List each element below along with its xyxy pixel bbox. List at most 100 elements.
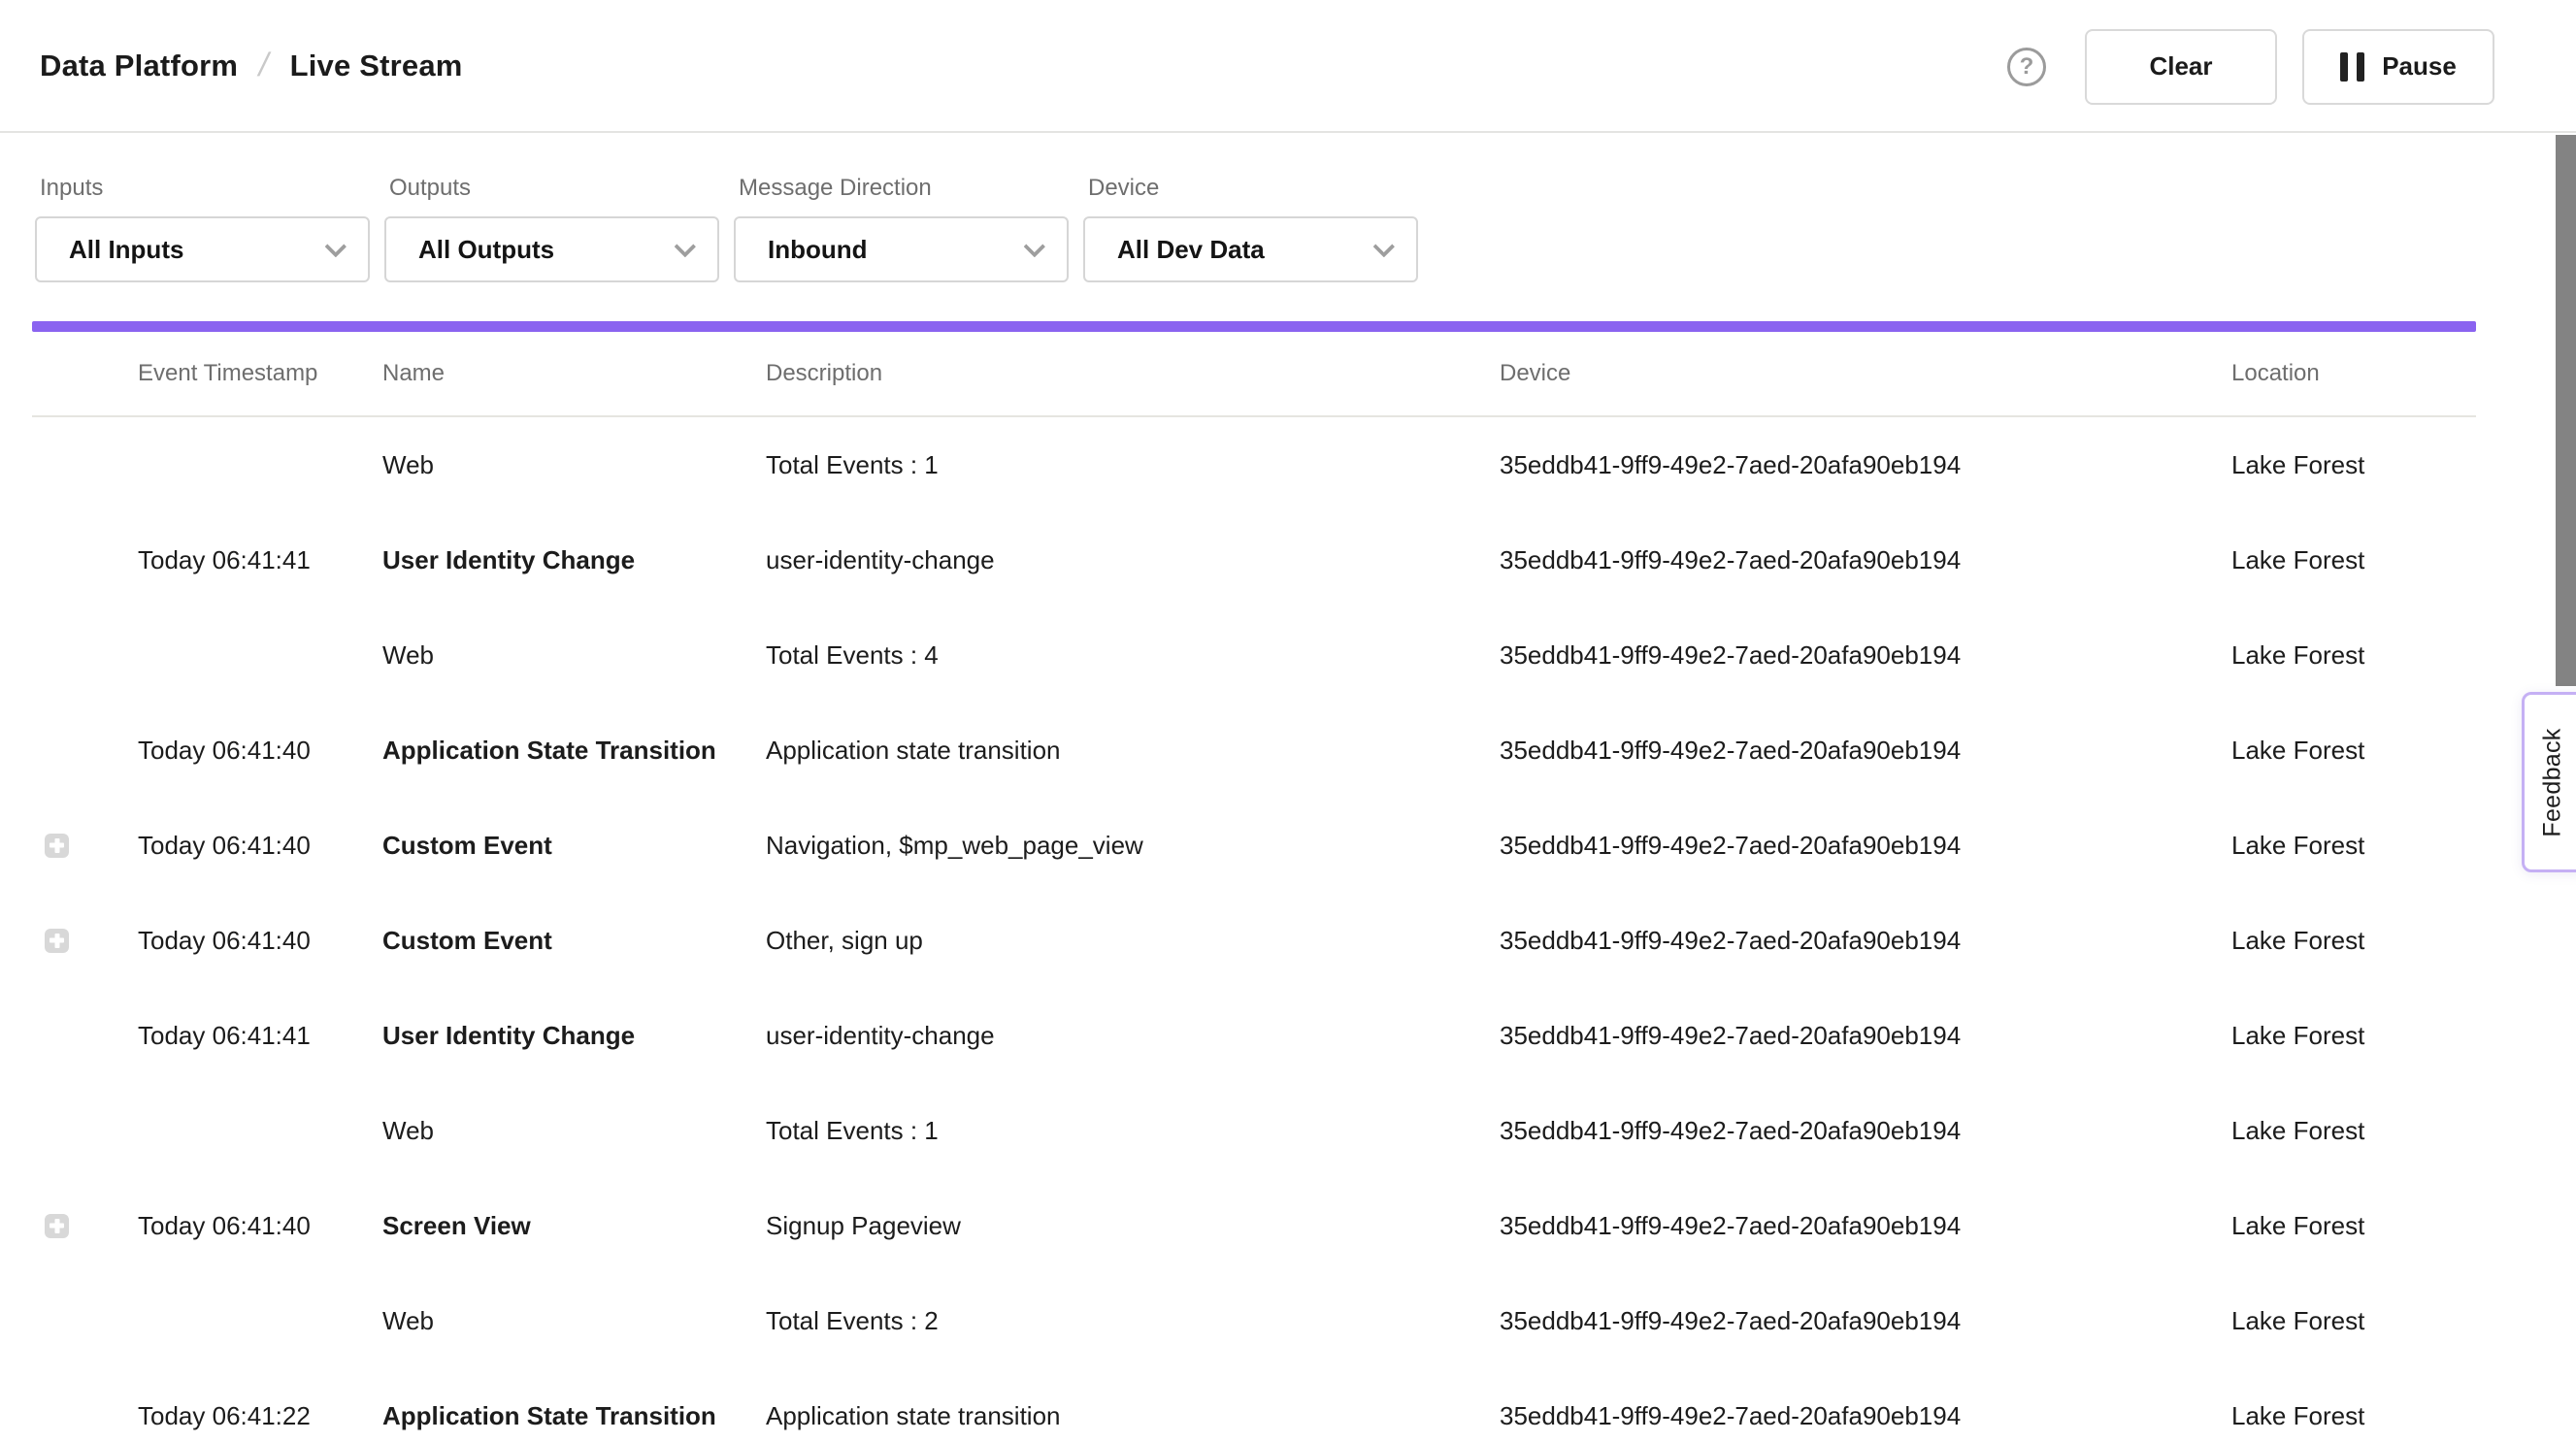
- top-bar-actions: ? Clear Pause: [2007, 0, 2494, 133]
- event-timestamp: Today 06:41:41: [138, 1021, 382, 1051]
- event-location: Lake Forest: [2231, 1401, 2476, 1431]
- event-timestamp: Today 06:41:40: [138, 1211, 382, 1241]
- column-event-timestamp: Event Timestamp: [138, 360, 382, 387]
- event-device: 35eddb41-9ff9-49e2-7aed-20afa90eb194: [1500, 1021, 2231, 1051]
- table-row[interactable]: Today 06:41:40 Custom Event Navigation, …: [32, 798, 2476, 893]
- event-name: Application State Transition: [382, 1401, 766, 1431]
- event-device: 35eddb41-9ff9-49e2-7aed-20afa90eb194: [1500, 736, 2231, 766]
- event-timestamp: Today 06:41:22: [138, 1401, 382, 1431]
- event-name: Web: [382, 1306, 766, 1336]
- pause-icon: [2340, 52, 2364, 82]
- table-row[interactable]: Web Total Events : 4 35eddb41-9ff9-49e2-…: [32, 607, 2476, 703]
- event-description: Total Events : 2: [766, 1306, 1500, 1336]
- event-name: Web: [382, 640, 766, 671]
- event-location: Lake Forest: [2231, 926, 2476, 956]
- column-name: Name: [382, 360, 766, 387]
- event-timestamp: Today 06:41:41: [138, 545, 382, 575]
- filter-inputs-label: Inputs: [40, 175, 370, 202]
- device-select[interactable]: All Dev Data: [1083, 216, 1418, 282]
- inputs-select[interactable]: All Inputs: [35, 216, 370, 282]
- event-description: Total Events : 1: [766, 1116, 1500, 1146]
- event-description: Application state transition: [766, 736, 1500, 766]
- table-row[interactable]: Today 06:41:41 User Identity Change user…: [32, 988, 2476, 1083]
- chevron-down-icon: [325, 236, 347, 258]
- event-device: 35eddb41-9ff9-49e2-7aed-20afa90eb194: [1500, 545, 2231, 575]
- inputs-select-value: All Inputs: [69, 235, 183, 265]
- message-direction-select[interactable]: Inbound: [734, 216, 1069, 282]
- filter-inputs: Inputs All Inputs: [35, 175, 370, 282]
- device-select-value: All Dev Data: [1117, 235, 1265, 265]
- table-row[interactable]: Web Total Events : 2 35eddb41-9ff9-49e2-…: [32, 1273, 2476, 1368]
- event-name: User Identity Change: [382, 1021, 766, 1051]
- table-row[interactable]: Web Total Events : 1 35eddb41-9ff9-49e2-…: [32, 1083, 2476, 1178]
- plus-icon: [45, 834, 69, 858]
- plus-icon: [45, 1214, 69, 1238]
- event-name: Custom Event: [382, 831, 766, 861]
- event-location: Lake Forest: [2231, 1211, 2476, 1241]
- filter-message-direction-label: Message Direction: [739, 175, 1069, 202]
- breadcrumb-section[interactable]: Data Platform: [40, 49, 238, 83]
- expand-button[interactable]: [45, 834, 69, 858]
- clear-button-label: Clear: [2149, 51, 2212, 82]
- event-name: User Identity Change: [382, 545, 766, 575]
- event-device: 35eddb41-9ff9-49e2-7aed-20afa90eb194: [1500, 926, 2231, 956]
- pause-button-label: Pause: [2382, 51, 2457, 82]
- chevron-down-icon: [1373, 236, 1396, 258]
- scrollbar-thumb[interactable]: [2556, 135, 2576, 686]
- expand-button[interactable]: [45, 1214, 69, 1238]
- event-timestamp: Today 06:41:40: [138, 831, 382, 861]
- event-name: Application State Transition: [382, 736, 766, 766]
- event-device: 35eddb41-9ff9-49e2-7aed-20afa90eb194: [1500, 640, 2231, 671]
- expand-button[interactable]: [45, 929, 69, 953]
- plus-icon: [45, 929, 69, 953]
- table-row[interactable]: Today 06:41:22 Application State Transit…: [32, 1368, 2476, 1442]
- event-rows: Web Total Events : 1 35eddb41-9ff9-49e2-…: [32, 417, 2476, 1442]
- filter-bar: Inputs All Inputs Outputs All Outputs Me…: [35, 175, 1418, 282]
- event-timestamp: Today 06:41:40: [138, 926, 382, 956]
- chevron-down-icon: [675, 236, 697, 258]
- breadcrumb-separator: /: [255, 47, 273, 84]
- event-location: Lake Forest: [2231, 1021, 2476, 1051]
- filter-outputs-label: Outputs: [389, 175, 719, 202]
- event-name: Web: [382, 450, 766, 480]
- event-description: Total Events : 4: [766, 640, 1500, 671]
- event-device: 35eddb41-9ff9-49e2-7aed-20afa90eb194: [1500, 1211, 2231, 1241]
- live-stream-page: Data Platform / Live Stream ? Clear Paus…: [0, 0, 2576, 1442]
- filter-device: Device All Dev Data: [1083, 175, 1418, 282]
- top-bar: Data Platform / Live Stream ? Clear Paus…: [0, 0, 2576, 133]
- event-timestamp: Today 06:41:40: [138, 736, 382, 766]
- feedback-tab[interactable]: Feedback: [2522, 692, 2576, 872]
- event-description: Application state transition: [766, 1401, 1500, 1431]
- table-row[interactable]: Today 06:41:40 Custom Event Other, sign …: [32, 893, 2476, 988]
- table-row[interactable]: Web Total Events : 1 35eddb41-9ff9-49e2-…: [32, 417, 2476, 512]
- outputs-select[interactable]: All Outputs: [384, 216, 719, 282]
- clear-button[interactable]: Clear: [2085, 29, 2277, 105]
- event-description: user-identity-change: [766, 545, 1500, 575]
- event-description: Signup Pageview: [766, 1211, 1500, 1241]
- filter-device-label: Device: [1088, 175, 1418, 202]
- event-location: Lake Forest: [2231, 545, 2476, 575]
- event-location: Lake Forest: [2231, 1116, 2476, 1146]
- event-description: user-identity-change: [766, 1021, 1500, 1051]
- chevron-down-icon: [1024, 236, 1046, 258]
- event-description: Other, sign up: [766, 926, 1500, 956]
- accent-divider: [32, 321, 2476, 332]
- filter-outputs: Outputs All Outputs: [384, 175, 719, 282]
- event-location: Lake Forest: [2231, 736, 2476, 766]
- question-mark-icon: ?: [2020, 53, 2034, 81]
- table-row[interactable]: Today 06:41:41 User Identity Change user…: [32, 512, 2476, 607]
- column-device: Device: [1500, 360, 2231, 387]
- table-row[interactable]: Today 06:41:40 Application State Transit…: [32, 703, 2476, 798]
- event-location: Lake Forest: [2231, 831, 2476, 861]
- event-name: Web: [382, 1116, 766, 1146]
- table-row[interactable]: Today 06:41:40 Screen View Signup Pagevi…: [32, 1178, 2476, 1273]
- event-location: Lake Forest: [2231, 640, 2476, 671]
- message-direction-select-value: Inbound: [768, 235, 868, 265]
- feedback-tab-label: Feedback: [2539, 728, 2567, 836]
- table-header: Event Timestamp Name Description Device …: [32, 332, 2476, 417]
- pause-button[interactable]: Pause: [2302, 29, 2494, 105]
- outputs-select-value: All Outputs: [418, 235, 554, 265]
- help-button[interactable]: ?: [2007, 48, 2046, 86]
- column-description: Description: [766, 360, 1500, 387]
- event-device: 35eddb41-9ff9-49e2-7aed-20afa90eb194: [1500, 1116, 2231, 1146]
